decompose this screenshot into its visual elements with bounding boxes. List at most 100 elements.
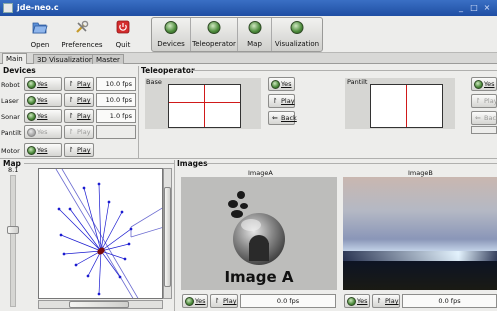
teleoperator-title-rule — [190, 70, 497, 71]
play-icon: ↾ — [272, 97, 278, 105]
led-icon — [207, 21, 221, 34]
notebook-tabs: Main 3D Visualization Master — [0, 53, 497, 64]
preferences-button[interactable]: Preferences — [58, 19, 106, 51]
yes-label: Yes — [195, 297, 206, 305]
teleoperator-section-title: Teleoperator — [141, 66, 195, 75]
robot-play-button[interactable]: ↾ Play — [64, 77, 94, 91]
led-icon — [27, 128, 36, 137]
yes-label: Yes — [281, 80, 292, 88]
led-icon — [27, 146, 36, 155]
map-zoom-slider-handle[interactable] — [7, 226, 19, 234]
ground-band — [343, 261, 497, 290]
maximize-button[interactable]: □ — [469, 3, 479, 13]
base-joystick-canvas[interactable] — [168, 84, 241, 128]
play-icon: ↾ — [68, 96, 74, 104]
tab-master[interactable]: Master — [92, 54, 124, 64]
section-divider — [0, 158, 497, 159]
play-label: Play — [77, 112, 91, 120]
play-label: Play — [77, 146, 91, 154]
image-a-yes-toggle[interactable]: Yes — [182, 294, 208, 308]
pantilt-label: Pantilt — [347, 78, 368, 86]
device-name: Sonar — [1, 113, 20, 121]
images-title-rule — [206, 163, 497, 164]
device-name: Pantilt — [1, 129, 22, 137]
map-horizontal-scrollbar[interactable] — [38, 300, 163, 309]
led-icon — [248, 21, 261, 34]
component-toggle-group: Devices Teleoperator Map Visualization — [151, 17, 323, 52]
pantilt-yes-toggle[interactable]: Yes — [24, 125, 62, 139]
window-title: jde-neo.c — [17, 3, 59, 12]
sonar-yes-toggle[interactable]: Yes — [24, 109, 62, 123]
play-label: Play — [484, 97, 497, 105]
pantilt-play-button[interactable]: ↾ Play — [64, 125, 94, 139]
devices-separator — [138, 66, 139, 158]
visualization-toggle[interactable]: Visualization — [272, 18, 322, 51]
led-icon — [347, 297, 356, 306]
map-zoom-value: 8.1 — [8, 166, 19, 174]
back-label: Back — [484, 114, 497, 122]
map-vertical-scrollbar[interactable] — [163, 168, 172, 299]
image-b-play-button[interactable]: ↾ Play — [372, 294, 400, 308]
image-b-view — [343, 177, 497, 290]
sonar-fps-field: 1.0 fps — [96, 109, 136, 123]
led-icon — [27, 112, 36, 121]
open-button[interactable]: Open — [24, 19, 56, 51]
pantilt-fps-field — [96, 125, 136, 139]
yes-label: Yes — [357, 297, 368, 305]
play-label: Play — [77, 96, 91, 104]
robot-yes-toggle[interactable]: Yes — [24, 77, 62, 91]
folder-open-icon — [32, 22, 48, 34]
tab-main[interactable]: Main — [2, 53, 27, 64]
laser-yes-toggle[interactable]: Yes — [24, 93, 62, 107]
image-a-label: ImageA — [248, 169, 273, 177]
base-back-button[interactable]: ⇐ Back — [268, 111, 297, 125]
image-a-caption: Image A — [224, 268, 294, 286]
pantilt-control-area[interactable]: Pantilt — [345, 78, 455, 129]
yes-label: Yes — [37, 112, 48, 120]
motor-play-button[interactable]: ↾ Play — [64, 143, 94, 157]
map-toggle[interactable]: Map — [238, 18, 272, 51]
sonar-play-button[interactable]: ↾ Play — [64, 109, 94, 123]
play-icon: ↾ — [68, 128, 74, 136]
pantilt-play-button-2[interactable]: ↾ Play — [471, 94, 497, 108]
image-a-play-button[interactable]: ↾ Play — [210, 294, 238, 308]
pantilt-joystick-canvas[interactable] — [370, 84, 443, 128]
yes-label: Yes — [37, 80, 48, 88]
yes-label: Yes — [37, 128, 48, 136]
horizon-glow — [343, 251, 497, 261]
image-b-yes-toggle[interactable]: Yes — [344, 294, 370, 308]
tab-3d-visualization[interactable]: 3D Visualization — [33, 54, 98, 64]
pantilt-back-button[interactable]: ⇐Back — [471, 111, 497, 125]
close-window-button[interactable]: × — [482, 3, 492, 13]
map-zoom-slider-track[interactable] — [7, 175, 19, 307]
toolbar: Open Preferences Quit Devices Teleoperat… — [0, 16, 497, 53]
preferences-tools-icon — [76, 20, 89, 33]
led-icon — [164, 21, 178, 34]
map-toggle-label: Map — [247, 40, 262, 48]
visualization-toggle-label: Visualization — [274, 40, 320, 48]
play-icon: ↾ — [68, 80, 74, 88]
base-play-button[interactable]: ↾ Play — [268, 94, 295, 108]
image-b-label: ImageB — [408, 169, 433, 177]
map-hscroll-thumb[interactable] — [69, 301, 129, 308]
quit-button[interactable]: Quit — [110, 19, 136, 51]
pantilt-yes-toggle[interactable]: Yes — [471, 77, 497, 91]
base-yes-toggle[interactable]: Yes — [268, 77, 295, 91]
play-label: Play — [77, 80, 91, 88]
motor-yes-toggle[interactable]: Yes — [24, 143, 62, 157]
laser-play-button[interactable]: ↾ Play — [64, 93, 94, 107]
play-icon: ↾ — [376, 297, 382, 305]
back-arrow-icon: ⇐ — [475, 114, 481, 122]
map-canvas[interactable] — [38, 168, 163, 299]
yes-label: Yes — [37, 146, 48, 154]
play-label: Play — [385, 297, 399, 305]
open-label: Open — [30, 41, 50, 49]
base-control-area[interactable]: Base — [145, 78, 261, 129]
map-vscroll-thumb[interactable] — [164, 187, 171, 287]
teleoperator-toggle[interactable]: Teleoperator — [191, 18, 238, 51]
minimize-button[interactable]: _ — [456, 3, 466, 13]
crosshair-vertical — [406, 85, 407, 127]
devices-toggle[interactable]: Devices — [152, 18, 191, 51]
led-icon — [271, 80, 280, 89]
play-icon: ↾ — [214, 297, 220, 305]
